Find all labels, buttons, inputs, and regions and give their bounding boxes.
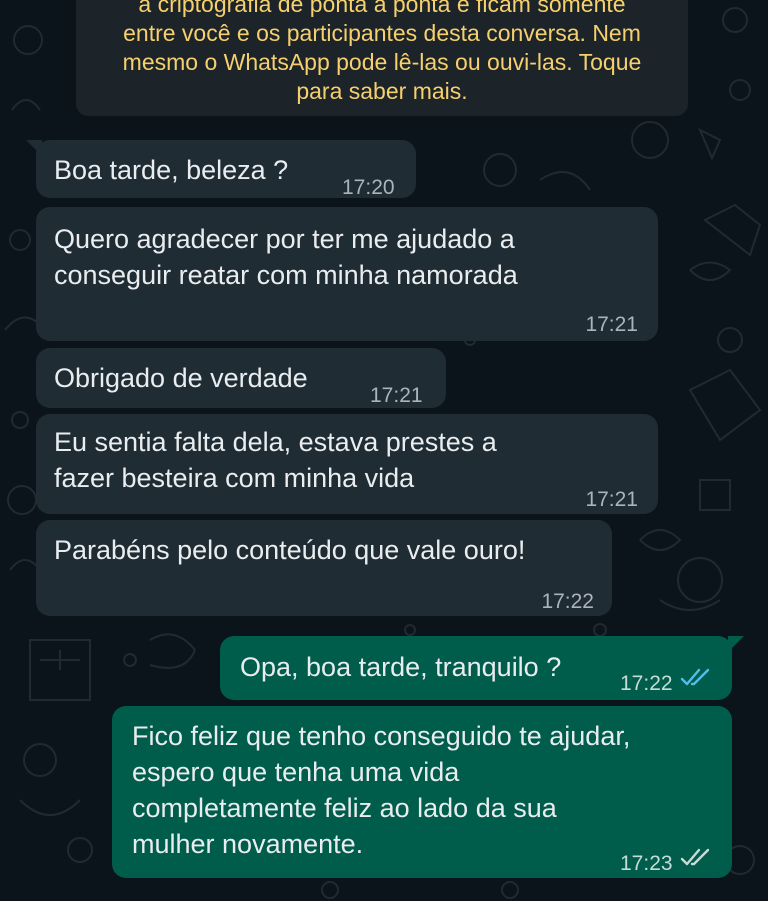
- encryption-notice-line: para saber mais.: [296, 78, 468, 104]
- message-text: Fico feliz que tenho conseguido te ajuda…: [132, 721, 631, 751]
- message-text: Boa tarde, beleza ?: [54, 155, 289, 185]
- incoming-message[interactable]: Quero agradecer por ter me ajudado a con…: [36, 207, 658, 341]
- message-text: Eu sentia falta dela, estava prestes a: [54, 427, 497, 457]
- encryption-notice-line: a criptografia de ponta a ponta e ficam …: [138, 0, 626, 17]
- encryption-notice-line: mesmo o WhatsApp pode lê-las ou ouvi-las…: [122, 49, 642, 75]
- message-text: conseguir reatar com minha namorada: [54, 260, 518, 290]
- encryption-notice[interactable]: a criptografia de ponta a ponta e ficam …: [76, 0, 688, 116]
- incoming-message[interactable]: Eu sentia falta dela, estava prestes a f…: [36, 414, 658, 514]
- message-timestamp: 17:21: [585, 313, 638, 336]
- outgoing-message[interactable]: Fico feliz que tenho conseguido te ajuda…: [112, 706, 732, 878]
- message-text: Opa, boa tarde, tranquilo ?: [240, 652, 562, 682]
- message-timestamp: 17:21: [370, 384, 423, 407]
- bubble-tail: [728, 636, 744, 652]
- message-timestamp: 17:23: [620, 852, 673, 875]
- message-text: Quero agradecer por ter me ajudado a: [54, 224, 515, 254]
- incoming-message[interactable]: Parabéns pelo conteúdo que vale ouro! 17…: [36, 520, 612, 616]
- message-timestamp: 17:22: [541, 590, 594, 613]
- encryption-notice-line: entre você e os participantes desta conv…: [123, 20, 641, 46]
- message-timestamp: 17:22: [620, 672, 673, 695]
- incoming-message[interactable]: Obrigado de verdade 17:21: [36, 348, 446, 408]
- bubble-tail: [26, 140, 42, 156]
- double-check-icon: [680, 668, 710, 686]
- message-text: completamente feliz ao lado da sua: [132, 793, 557, 823]
- message-text: mulher novamente.: [132, 829, 364, 859]
- message-text: Obrigado de verdade: [54, 363, 308, 393]
- message-timestamp: 17:20: [342, 176, 395, 199]
- outgoing-message[interactable]: Opa, boa tarde, tranquilo ? 17:22: [220, 636, 744, 700]
- message-text: Parabéns pelo conteúdo que vale ouro!: [54, 535, 526, 565]
- message-text: espero que tenha uma vida: [132, 757, 460, 787]
- double-check-icon: [680, 848, 710, 866]
- message-timestamp: 17:21: [585, 488, 638, 511]
- message-text: fazer besteira com minha vida: [54, 463, 415, 493]
- incoming-message[interactable]: Boa tarde, beleza ? 17:20: [26, 140, 416, 199]
